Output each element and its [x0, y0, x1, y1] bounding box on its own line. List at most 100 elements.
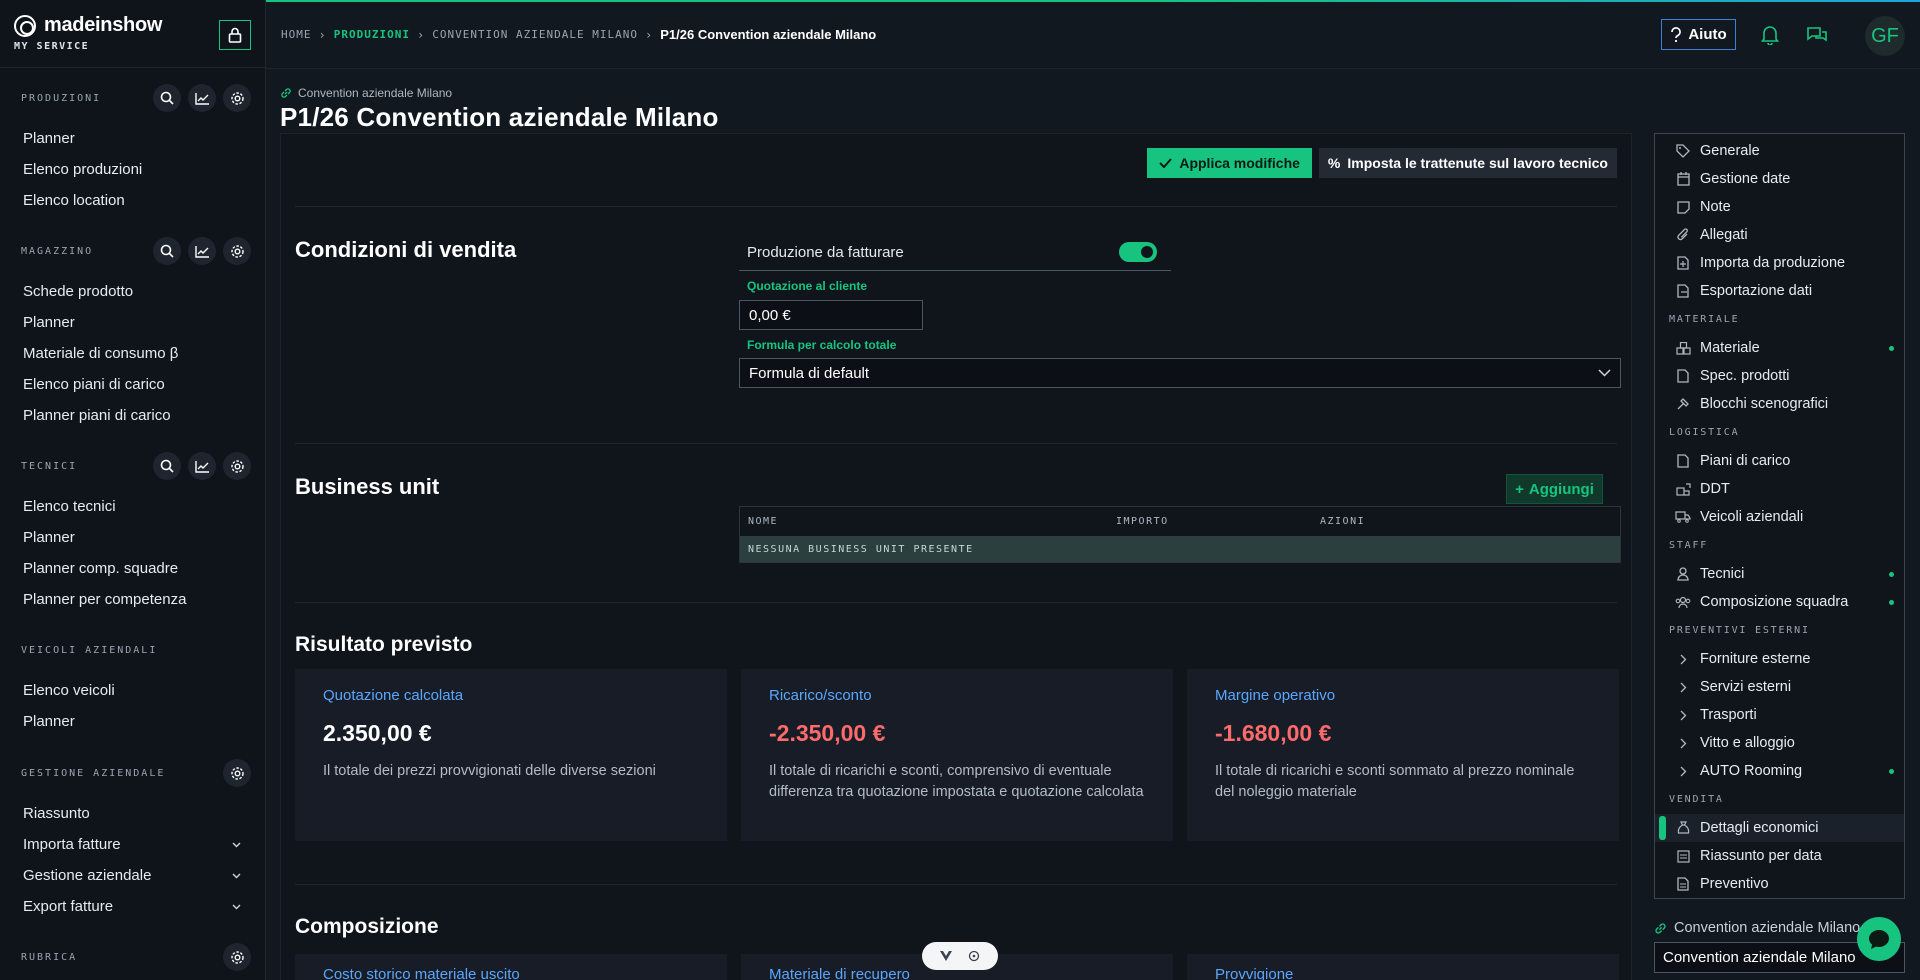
search-icon[interactable]: [153, 237, 181, 265]
table-header: NOME IMPORTO AZIONI: [740, 507, 1620, 536]
nav-gestione-date[interactable]: Gestione date: [1655, 165, 1904, 193]
chart-icon[interactable]: [188, 84, 216, 112]
nav-vitto-alloggio[interactable]: Vitto e alloggio: [1655, 729, 1904, 757]
chevron-right-icon: ›: [645, 27, 654, 42]
withholding-button[interactable]: % Imposta le trattenute sul lavoro tecni…: [1318, 148, 1617, 178]
nav-label: Preventivo: [1700, 876, 1769, 892]
nav-group-preventivi: PREVENTIVI ESTERNI: [1669, 625, 1810, 636]
gear-icon[interactable]: [223, 237, 251, 265]
sidebar-section-produzioni: PRODUZIONI Planner Elenco produzioni Ele…: [0, 81, 265, 216]
nav-trasporti[interactable]: Trasporti: [1655, 701, 1904, 729]
nav-dettagli-economici[interactable]: Dettagli economici: [1655, 814, 1904, 842]
nav-materiale[interactable]: Materiale: [1655, 334, 1904, 362]
sidebar-item-schede-prodotto[interactable]: Schede prodotto: [14, 276, 251, 307]
check-icon: [1159, 158, 1173, 168]
chart-icon[interactable]: [188, 237, 216, 265]
divider: [295, 602, 1617, 603]
chart-icon[interactable]: [188, 452, 216, 480]
floating-toolbar: [922, 942, 998, 970]
apply-changes-label: Applica modifiche: [1179, 155, 1300, 171]
nav-spec-prodotti[interactable]: Spec. prodotti: [1655, 362, 1904, 390]
quote-input[interactable]: 0,00 €: [739, 300, 923, 330]
nav-auto-rooming[interactable]: AUTO Rooming: [1655, 757, 1904, 785]
nav-blocchi-scenografici[interactable]: Blocchi scenografici: [1655, 390, 1904, 418]
nav-preventivo[interactable]: Preventivo: [1655, 870, 1904, 898]
nav-allegati[interactable]: Allegati: [1655, 221, 1904, 249]
sidebar-item-planner[interactable]: Planner: [14, 123, 251, 154]
related-production-link[interactable]: Convention aziendale Milano: [1654, 920, 1860, 936]
formula-select[interactable]: Formula di default: [739, 358, 1621, 388]
sidebar-item-label: Gestione aziendale: [23, 867, 152, 884]
avatar[interactable]: GF: [1865, 16, 1905, 56]
sidebar-item-riassunto[interactable]: Riassunto: [14, 798, 251, 829]
search-icon[interactable]: [153, 452, 181, 480]
nav-esportazione-dati[interactable]: Esportazione dati: [1655, 277, 1904, 305]
nav-composizione-squadra[interactable]: Composizione squadra: [1655, 588, 1904, 616]
sidebar-item-gestione-aziendale[interactable]: Gestione aziendale: [14, 860, 251, 891]
sidebar-item-planner-comp-squadre[interactable]: Planner comp. squadre: [14, 553, 251, 584]
target-icon[interactable]: [967, 949, 981, 963]
sidebar-item-planner[interactable]: Planner: [14, 522, 251, 553]
sidebar-item-export-fatture[interactable]: Export fatture: [14, 891, 251, 922]
sidebar-item-elenco-produzioni[interactable]: Elenco produzioni: [14, 154, 251, 185]
nav-label: Esportazione dati: [1700, 283, 1813, 299]
sidebar-item-planner-piani-carico[interactable]: Planner piani di carico: [14, 400, 251, 431]
bell-icon[interactable]: [1757, 22, 1783, 48]
composition-card: Provvigione: [1187, 954, 1619, 980]
sidebar-item-elenco-piani-carico[interactable]: Elenco piani di carico: [14, 369, 251, 400]
gear-icon[interactable]: [223, 759, 251, 787]
nav-note[interactable]: Note: [1655, 193, 1904, 221]
brand: madeinshow MY SERVICE: [0, 0, 265, 68]
page-subtitle[interactable]: Convention aziendale Milano: [280, 86, 452, 100]
nav-label: AUTO Rooming: [1700, 763, 1803, 779]
nav-generale[interactable]: Generale: [1655, 137, 1904, 165]
sidebar-item-elenco-tecnici[interactable]: Elenco tecnici: [14, 491, 251, 522]
sidebar-item-elenco-location[interactable]: Elenco location: [14, 185, 251, 216]
sidebar-item-importa-fatture[interactable]: Importa fatture: [14, 829, 251, 860]
help-button[interactable]: Aiuto: [1661, 19, 1736, 50]
gear-icon[interactable]: [223, 452, 251, 480]
divider: [295, 884, 1617, 885]
sidebar-item-planner[interactable]: Planner: [14, 307, 251, 338]
formula-label: Formula per calcolo totale: [747, 338, 897, 352]
nav-servizi-esterni[interactable]: Servizi esterni: [1655, 673, 1904, 701]
nav-label: Materiale: [1700, 340, 1760, 356]
sidebar-section-veicoli: VEICOLI AZIENDALI Elenco veicoli Planner: [0, 633, 265, 737]
sidebar-item-elenco-veicoli[interactable]: Elenco veicoli: [14, 675, 251, 706]
sidebar-item-planner[interactable]: Planner: [14, 706, 251, 737]
chevron-right-icon: [1675, 707, 1691, 723]
brand-logo-icon: [14, 14, 36, 37]
card-description: Il totale di ricarichi e sconti sommato …: [1215, 763, 1575, 800]
nav-forniture-esterne[interactable]: Forniture esterne: [1655, 645, 1904, 673]
breadcrumb-convention[interactable]: CONVENTION AZIENDALE MILANO: [432, 28, 638, 41]
billing-toggle[interactable]: [1119, 242, 1157, 262]
nav-piani-carico[interactable]: Piani di carico: [1655, 447, 1904, 475]
search-icon[interactable]: [153, 84, 181, 112]
status-dot: [1889, 600, 1894, 605]
chevron-right-icon: ›: [318, 27, 327, 42]
nav-veicoli-aziendali[interactable]: Veicoli aziendali: [1655, 503, 1904, 531]
chevron-down-icon: [232, 842, 241, 847]
apply-changes-button[interactable]: Applica modifiche: [1147, 148, 1312, 178]
chat-icon[interactable]: [1804, 22, 1830, 48]
gear-icon[interactable]: [223, 943, 251, 971]
breadcrumb-produzioni[interactable]: PRODUZIONI: [334, 28, 410, 41]
nav-riassunto-data[interactable]: Riassunto per data: [1655, 842, 1904, 870]
sidebar-section-rubrica: RUBRICA: [0, 940, 265, 974]
vue-devtools-icon[interactable]: [939, 950, 953, 962]
nav-tecnici[interactable]: Tecnici: [1655, 560, 1904, 588]
percent-icon: %: [1327, 155, 1341, 171]
lock-button[interactable]: [219, 20, 251, 50]
nav-ddt[interactable]: DDT: [1655, 475, 1904, 503]
add-business-unit-button[interactable]: + Aggiungi: [1506, 474, 1603, 504]
sidebar-item-label: Elenco location: [23, 192, 125, 209]
chat-bubble-icon: [1869, 930, 1889, 949]
breadcrumb-home[interactable]: HOME: [281, 28, 312, 41]
billing-toggle-row[interactable]: Produzione da fatturare: [739, 234, 1171, 271]
gear-icon[interactable]: [223, 84, 251, 112]
nav-importa-produzione[interactable]: Importa da produzione: [1655, 249, 1904, 277]
sidebar-item-materiale-consumo[interactable]: Materiale di consumo β: [14, 338, 251, 369]
card-title: Quotazione calcolata: [323, 687, 464, 704]
chat-button[interactable]: [1857, 917, 1901, 961]
sidebar-item-planner-competenza[interactable]: Planner per competenza: [14, 584, 251, 615]
